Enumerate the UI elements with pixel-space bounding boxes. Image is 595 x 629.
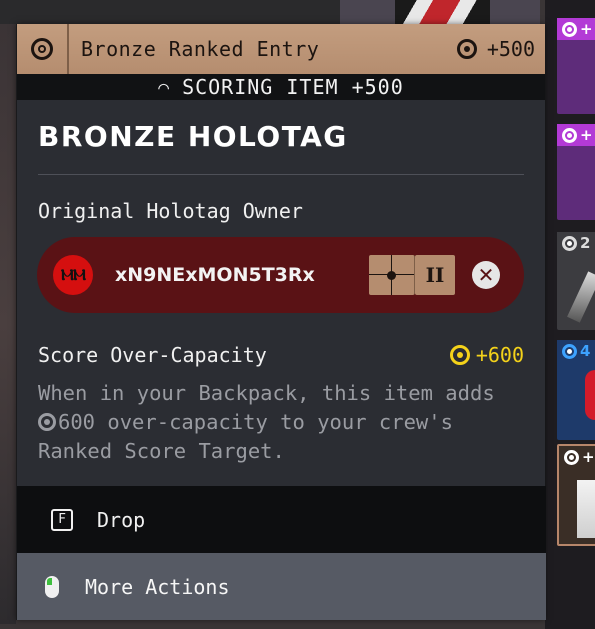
coin-icon	[38, 413, 56, 431]
item-art	[567, 271, 595, 323]
score-value-text: +600	[475, 343, 524, 367]
divider	[38, 174, 524, 175]
mouse-left-click-icon	[45, 575, 59, 598]
inventory-tile-selected[interactable]: +	[557, 444, 595, 546]
item-category-title: Bronze Ranked Entry	[81, 37, 320, 61]
inventory-tile[interactable]: +	[557, 124, 595, 220]
owner-card: ⲘⲘ xN9NExMON5T3Rx II ✕	[37, 237, 524, 313]
target-icon	[31, 38, 53, 60]
coin-icon	[562, 127, 577, 143]
item-art	[577, 480, 595, 538]
coin-icon	[456, 39, 477, 59]
header-icon-box	[17, 24, 69, 74]
inventory-tile[interactable]: +	[557, 18, 595, 114]
more-actions-label: More Actions	[85, 574, 230, 599]
arc-icon: ⌒	[158, 76, 171, 98]
score-description: When in your Backpack, this item adds 60…	[38, 381, 495, 463]
xbox-icon: ✕	[472, 261, 500, 289]
background-item-art	[395, 0, 490, 24]
coin-icon	[562, 343, 577, 359]
header-value-text: +500	[486, 37, 535, 61]
owner-name: xN9NExMON5T3Rx	[115, 264, 315, 286]
score-label: Score Over-Capacity	[38, 343, 267, 367]
coin-icon	[449, 345, 470, 365]
rank-badge: II	[415, 255, 455, 295]
item-name: BRONZE HOLOTAG	[38, 120, 348, 153]
item-header: Bronze Ranked Entry +500	[17, 24, 545, 74]
owner-avatar: ⲘⲘ	[53, 255, 93, 295]
inventory-tile[interactable]: 4	[557, 340, 595, 440]
inventory-tile[interactable]: 2	[557, 232, 595, 330]
crosshair-badge-icon	[369, 255, 415, 295]
item-tooltip-card: Bronze Ranked Entry +500 ⌒ SCORING ITEM …	[16, 24, 546, 620]
coin-icon	[562, 235, 577, 251]
item-art	[585, 370, 595, 420]
background-blur	[0, 24, 16, 624]
score-row: Score Over-Capacity +600	[17, 343, 545, 367]
background-top-left	[0, 0, 340, 24]
header-value: +500	[456, 24, 545, 74]
key-f-icon: F	[51, 508, 73, 531]
score-value: +600	[449, 343, 524, 367]
more-actions-button[interactable]: More Actions	[17, 553, 546, 620]
scoring-item-banner: ⌒ SCORING ITEM +500	[17, 74, 545, 100]
owner-section-label: Original Holotag Owner	[38, 199, 303, 223]
drop-button[interactable]: F Drop	[17, 486, 546, 553]
coin-icon	[562, 21, 577, 37]
coin-icon	[564, 449, 579, 465]
scoring-item-text: SCORING ITEM +500	[182, 75, 404, 99]
drop-label: Drop	[97, 507, 146, 532]
